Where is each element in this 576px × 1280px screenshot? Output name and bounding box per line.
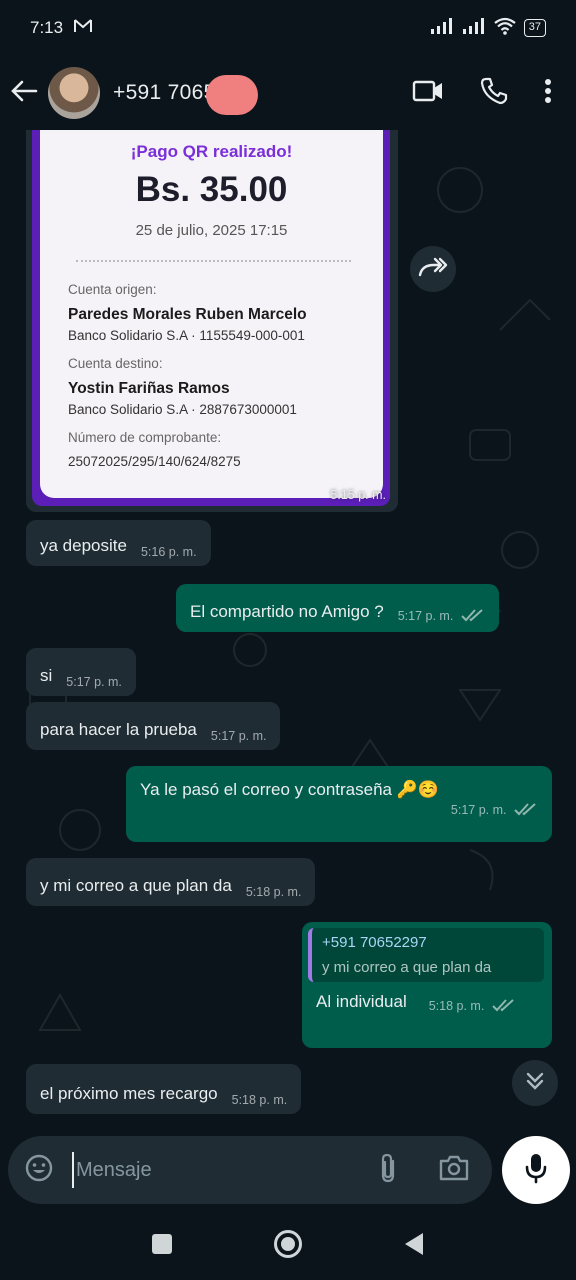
destination-label: Cuenta destino:	[68, 356, 163, 371]
redaction-mark	[205, 75, 258, 115]
receipt-amount: Bs. 35.00	[135, 170, 288, 209]
voucher-label: Número de comprobante:	[68, 430, 222, 445]
message-time: 5:17 p. m.	[450, 802, 507, 817]
back-icon[interactable]	[403, 1232, 425, 1261]
incoming-message[interactable]: para hacer la prueba 5:17 p. m.	[26, 702, 281, 750]
message-text: El compartido no Amigo ?	[190, 602, 384, 621]
message-input[interactable]: Mensaje	[76, 1159, 152, 1182]
outgoing-reply-message[interactable]: +591 70652297 y mi correo a que plan da …	[302, 922, 552, 1048]
recents-icon[interactable]	[151, 1233, 173, 1260]
forward-button[interactable]	[410, 246, 456, 292]
status-bar: 7:13 37	[0, 0, 576, 56]
more-options-icon[interactable]	[544, 78, 552, 109]
receipt-frame: ¡Pago QR realizado! Bs. 35.00 25 de juli…	[32, 130, 390, 506]
origin-name: Paredes Morales Ruben Marcelo	[68, 306, 307, 323]
system-navigation-bar	[0, 1212, 576, 1280]
quoted-sender: +591 70652297	[322, 934, 427, 951]
message-time: 5:16 p. m.	[140, 545, 197, 559]
text-cursor	[72, 1152, 74, 1188]
message-text: el próximo mes recargo	[40, 1084, 218, 1103]
outgoing-message[interactable]: Ya le pasó el correo y contraseña 🔑☺️ 5:…	[126, 766, 552, 842]
receipt-divider	[76, 260, 351, 262]
chat-header: +591 70652	[0, 56, 576, 130]
microphone-icon	[524, 1152, 548, 1189]
phone-call-icon[interactable]	[480, 77, 508, 110]
gmail-icon	[73, 18, 93, 39]
wifi-icon	[494, 17, 516, 40]
voice-message-button[interactable]	[502, 1136, 570, 1204]
receipt-card: ¡Pago QR realizado! Bs. 35.00 25 de juli…	[40, 130, 383, 498]
message-text: ya deposite	[40, 536, 127, 555]
battery-indicator: 37	[523, 19, 546, 37]
message-text: y mi correo a que plan da	[40, 876, 232, 895]
destination-account: Banco Solidario S.A · 2887673000001	[68, 402, 297, 417]
destination-name: Yostin Fariñas Ramos	[68, 380, 230, 397]
incoming-message[interactable]: ya deposite 5:16 p. m.	[26, 520, 211, 566]
chat-area[interactable]: ¡Pago QR realizado! Bs. 35.00 25 de juli…	[0, 130, 576, 1132]
incoming-message[interactable]: y mi correo a que plan da 5:18 p. m.	[26, 858, 316, 906]
signal-icon	[430, 17, 454, 39]
contact-avatar[interactable]	[48, 67, 100, 119]
outgoing-message[interactable]: El compartido no Amigo ? 5:17 p. m.	[176, 584, 499, 632]
message-composer[interactable]: Mensaje	[8, 1136, 492, 1204]
double-check-icon	[461, 608, 485, 625]
message-text: si	[40, 666, 53, 685]
receipt-date: 25 de julio, 2025 17:15	[135, 222, 288, 239]
home-icon[interactable]	[273, 1229, 303, 1264]
message-time: 5:17 p. m.	[397, 608, 454, 623]
message-text: Ya le pasó el correo y contraseña 🔑☺️	[140, 780, 440, 799]
double-check-icon	[492, 998, 516, 1015]
double-chevron-down-icon	[525, 1071, 545, 1096]
message-time: 5:15 p. m.	[330, 488, 386, 502]
message-time: 5:17 p. m.	[66, 675, 122, 689]
double-check-icon	[514, 802, 538, 819]
receipt-title: ¡Pago QR realizado!	[130, 142, 293, 161]
voucher-number: 25072025/295/140/624/8275	[68, 454, 241, 469]
forward-icon	[418, 257, 448, 282]
message-text: Al individual	[316, 992, 407, 1011]
incoming-message[interactable]: si 5:17 p. m.	[26, 648, 136, 696]
message-time: 5:18 p. m.	[428, 998, 485, 1013]
attach-icon[interactable]	[378, 1152, 398, 1189]
message-time: 5:18 p. m.	[231, 1093, 288, 1107]
signal-icon	[462, 17, 486, 39]
message-time: 5:17 p. m.	[210, 729, 267, 743]
camera-icon[interactable]	[438, 1154, 470, 1187]
message-time: 5:18 p. m.	[245, 885, 302, 899]
scroll-to-bottom-button[interactable]	[512, 1060, 558, 1106]
incoming-message[interactable]: el próximo mes recargo 5:18 p. m.	[26, 1064, 302, 1114]
quoted-message[interactable]: +591 70652297 y mi correo a que plan da	[308, 928, 544, 982]
video-call-icon[interactable]	[412, 79, 444, 108]
receipt-image-message[interactable]: ¡Pago QR realizado! Bs. 35.00 25 de juli…	[26, 130, 398, 512]
status-time: 7:13	[30, 18, 64, 37]
quoted-text: y mi correo a que plan da	[322, 959, 492, 976]
origin-label: Cuenta origen:	[68, 282, 157, 297]
back-arrow-icon[interactable]	[10, 79, 38, 108]
message-text: para hacer la prueba	[40, 720, 197, 739]
contact-name[interactable]: +591 70652	[113, 75, 258, 115]
origin-account: Banco Solidario S.A · 1155549-000-001	[68, 328, 305, 343]
emoji-icon[interactable]	[24, 1153, 54, 1188]
